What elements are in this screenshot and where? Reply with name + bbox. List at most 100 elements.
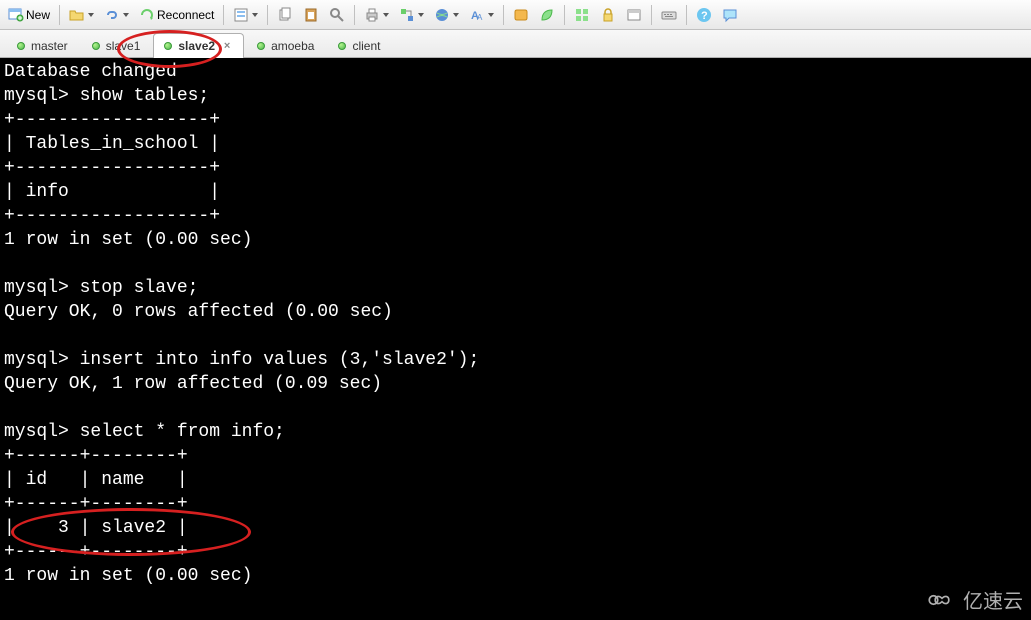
toolbar-separator — [223, 5, 224, 25]
new-window-icon — [8, 7, 24, 23]
terminal-line: +------+--------+ — [4, 494, 188, 514]
terminal-line: +------+--------+ — [4, 542, 188, 562]
script-icon — [513, 7, 529, 23]
close-icon[interactable]: × — [221, 40, 233, 52]
lock-button[interactable] — [596, 3, 620, 27]
terminal-line: +------------------+ — [4, 158, 220, 178]
search-icon — [329, 7, 345, 23]
copy-icon — [277, 7, 293, 23]
tab-master[interactable]: master — [6, 33, 79, 57]
tab-slave1[interactable]: slave1 — [81, 33, 152, 57]
terminal-line: | info | — [4, 182, 220, 202]
chain-link-icon — [104, 7, 120, 23]
link-button[interactable] — [100, 3, 133, 27]
svg-text:?: ? — [701, 10, 708, 22]
toolbar-separator — [564, 5, 565, 25]
chevron-down-icon — [123, 13, 129, 17]
terminal-output[interactable]: Database changed mysql> show tables; +--… — [0, 58, 1031, 620]
printer-icon — [364, 7, 380, 23]
transfer-icon — [399, 7, 415, 23]
globe-button[interactable] — [430, 3, 463, 27]
paste-icon — [303, 7, 319, 23]
infinity-cloud-icon — [925, 589, 959, 611]
terminal-line: mysql> stop slave; — [4, 278, 198, 298]
status-dot-icon — [17, 42, 25, 50]
toolbar-separator — [267, 5, 268, 25]
grid-icon — [574, 7, 590, 23]
window-icon — [626, 7, 642, 23]
chevron-down-icon — [383, 13, 389, 17]
terminal-line: 1 row in set (0.00 sec) — [4, 230, 252, 250]
tab-slave2[interactable]: slave2 × — [153, 33, 244, 58]
terminal-line: 1 row in set (0.00 sec) — [4, 566, 252, 586]
toolbar-separator — [354, 5, 355, 25]
paste-button[interactable] — [299, 3, 323, 27]
terminal-line: mysql> show tables; — [4, 86, 209, 106]
new-button[interactable]: New — [4, 3, 54, 27]
terminal-line: | id | name | — [4, 470, 188, 490]
tab-label: client — [352, 39, 380, 53]
globe-icon — [434, 7, 450, 23]
script-button[interactable] — [509, 3, 533, 27]
toolbar-separator — [651, 5, 652, 25]
grid-button[interactable] — [570, 3, 594, 27]
status-dot-icon — [338, 42, 346, 50]
chat-button[interactable] — [718, 3, 742, 27]
window-button[interactable] — [622, 3, 646, 27]
tab-label: amoeba — [271, 39, 314, 53]
transfer-button[interactable] — [395, 3, 428, 27]
chevron-down-icon — [418, 13, 424, 17]
leaf-icon — [539, 7, 555, 23]
toolbar-separator — [503, 5, 504, 25]
terminal-line: | Tables_in_school | — [4, 134, 220, 154]
toolbar-separator — [686, 5, 687, 25]
status-dot-icon — [257, 42, 265, 50]
status-dot-icon — [164, 42, 172, 50]
watermark-text: 亿速云 — [963, 585, 1023, 614]
terminal-line: mysql> insert into info values (3,'slave… — [4, 350, 479, 370]
print-button[interactable] — [360, 3, 393, 27]
copy-button[interactable] — [273, 3, 297, 27]
folder-open-icon — [69, 7, 85, 23]
terminal-line: +------------------+ — [4, 206, 220, 226]
tab-label: master — [31, 39, 68, 53]
terminal-line: | 3 | slave2 | — [4, 518, 188, 538]
properties-button[interactable] — [229, 3, 262, 27]
status-dot-icon — [92, 42, 100, 50]
svg-text:A: A — [477, 13, 483, 22]
font-button[interactable]: AA — [465, 3, 498, 27]
reconnect-button[interactable]: Reconnect — [135, 3, 218, 27]
tab-label: slave2 — [178, 39, 215, 53]
terminal-line: Query OK, 0 rows affected (0.00 sec) — [4, 302, 393, 322]
terminal-line: +------------------+ — [4, 110, 220, 130]
toolbar-separator — [59, 5, 60, 25]
tab-amoeba[interactable]: amoeba — [246, 33, 325, 57]
keyboard-icon — [661, 7, 677, 23]
tab-bar: master slave1 slave2 × amoeba client — [0, 30, 1031, 58]
reconnect-button-label: Reconnect — [157, 8, 214, 22]
chevron-down-icon — [252, 13, 258, 17]
help-button[interactable]: ? — [692, 3, 716, 27]
font-icon: AA — [469, 7, 485, 23]
new-button-label: New — [26, 8, 50, 22]
terminal-line: mysql> select * from info; — [4, 422, 285, 442]
chevron-down-icon — [88, 13, 94, 17]
keyboard-button[interactable] — [657, 3, 681, 27]
chevron-down-icon — [488, 13, 494, 17]
toolbar: New Reconnect — [0, 0, 1031, 30]
open-button[interactable] — [65, 3, 98, 27]
terminal-line: +------+--------+ — [4, 446, 188, 466]
watermark: 亿速云 — [925, 585, 1023, 614]
tab-label: slave1 — [106, 39, 141, 53]
lock-icon — [600, 7, 616, 23]
help-icon: ? — [696, 7, 712, 23]
search-button[interactable] — [325, 3, 349, 27]
speech-bubble-icon — [722, 7, 738, 23]
properties-icon — [233, 7, 249, 23]
leaf-button[interactable] — [535, 3, 559, 27]
tab-client[interactable]: client — [327, 33, 391, 57]
terminal-line: Query OK, 1 row affected (0.09 sec) — [4, 374, 382, 394]
reconnect-icon — [139, 7, 155, 23]
terminal-line: Database changed — [4, 62, 177, 82]
chevron-down-icon — [453, 13, 459, 17]
